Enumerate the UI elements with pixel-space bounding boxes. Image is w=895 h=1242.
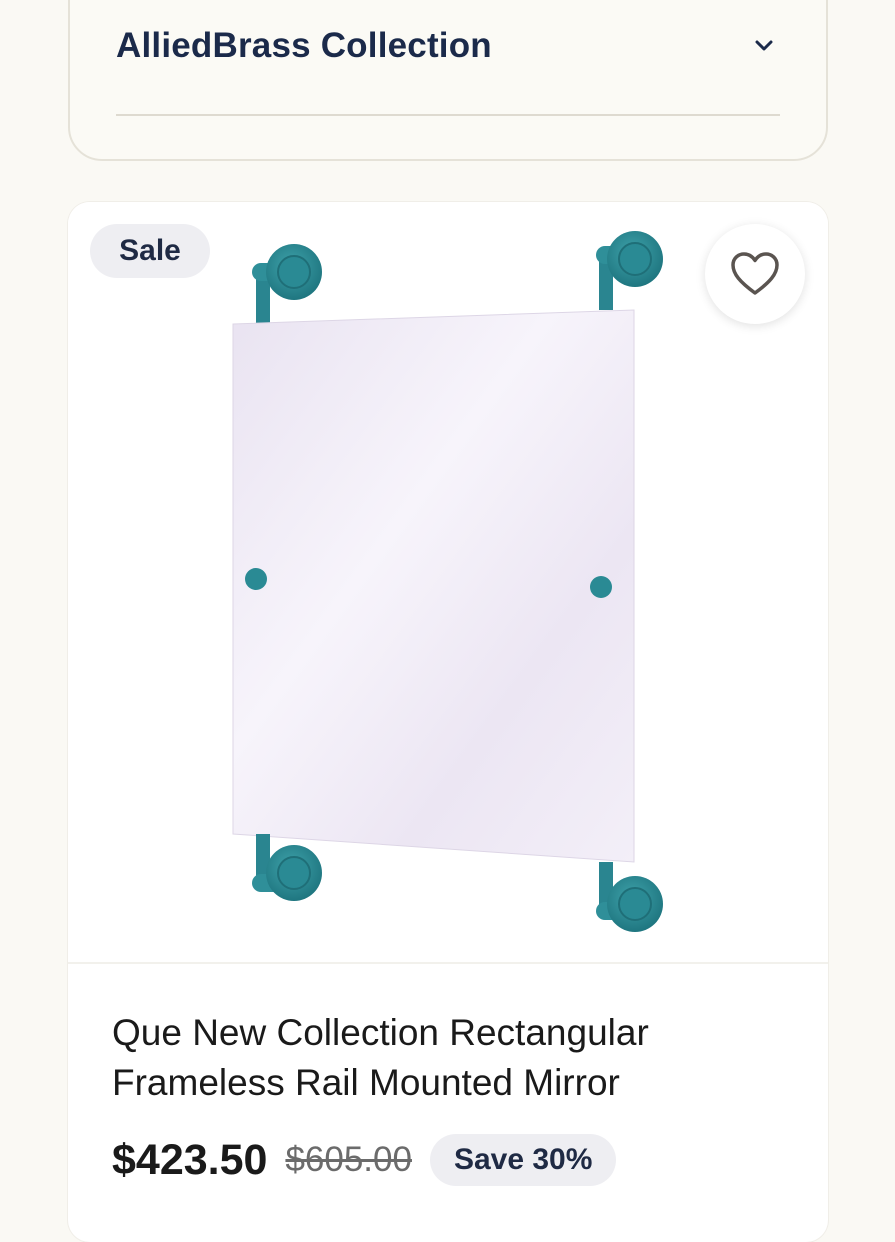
- product-card[interactable]: Sale Que New Collection Rectangular Fram…: [68, 202, 828, 1242]
- save-badge: Save 30%: [429, 1134, 617, 1186]
- original-price: $605.00: [285, 1140, 412, 1179]
- collection-divider: [116, 114, 780, 116]
- favorite-button[interactable]: [705, 224, 805, 324]
- sale-price: $423.50: [112, 1135, 268, 1184]
- sale-badge: Sale: [90, 224, 210, 278]
- product-image[interactable]: [68, 202, 828, 962]
- product-image-area[interactable]: Sale: [68, 202, 828, 962]
- image-divider: [68, 962, 828, 964]
- collection-accordion: AlliedBrass Collection: [68, 0, 828, 161]
- collection-title: AlliedBrass Collection: [116, 26, 492, 65]
- collection-accordion-header[interactable]: AlliedBrass Collection: [70, 2, 826, 72]
- product-title[interactable]: Que New Collection Rectangular Frameless…: [112, 1008, 792, 1108]
- heart-outline-icon: [731, 252, 779, 295]
- price-row: $423.50 $605.00 Save 30%: [112, 1134, 617, 1186]
- chevron-down-icon[interactable]: [752, 34, 776, 58]
